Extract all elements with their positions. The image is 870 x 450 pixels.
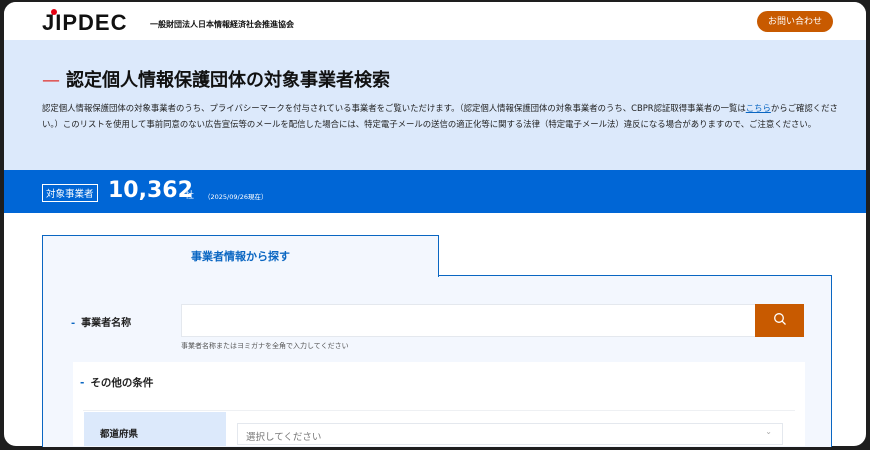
prefecture-select[interactable]: 選択してください ⌄: [237, 423, 783, 445]
prefecture-placeholder: 選択してください: [246, 432, 322, 443]
count-unit: 社: [185, 191, 195, 201]
prefecture-label: 都道府県: [84, 412, 226, 446]
divider: [83, 410, 795, 411]
name-label-text: 事業者名称: [81, 318, 132, 329]
search-panel: - 事業者名称 事業者名称またはヨミガナを全角で入力してください - その他の条件 …: [42, 275, 832, 447]
count-tag: 対象事業者: [42, 184, 98, 202]
count-number: 10,362: [108, 178, 193, 203]
page-description: 認定個人情報保護団体の対象事業者のうち、プライバシーマークを付与されている事業者…: [42, 100, 842, 132]
other-conditions: - その他の条件 都道府県 選択してください ⌄: [73, 362, 805, 446]
other-heading-text: その他の条件: [90, 377, 154, 389]
collapse-dash-icon: -: [80, 377, 85, 389]
title-dash-icon: —: [42, 70, 60, 91]
site-header: JIPDEC 一般財団法人日本情報経済社会推進協会 お問い合わせ: [4, 2, 866, 40]
org-name: 一般財団法人日本情報経済社会推進協会: [150, 20, 294, 29]
business-name-input[interactable]: [181, 304, 756, 337]
name-label: - 事業者名称: [71, 314, 131, 329]
jipdec-logo[interactable]: JIPDEC: [42, 9, 127, 34]
page-title-text: 認定個人情報保護団体の対象事業者検索: [66, 70, 390, 91]
tab-business-info[interactable]: 事業者情報から探す: [42, 235, 439, 277]
hero-section: — 認定個人情報保護団体の対象事業者検索 認定個人情報保護団体の対象事業者のうち、…: [4, 40, 866, 170]
desc-text-1: 認定個人情報保護団体の対象事業者のうち、プライバシーマークを付与されている事業者…: [42, 103, 746, 113]
search-icon: [773, 313, 786, 325]
contact-button[interactable]: お問い合わせ: [757, 11, 833, 32]
name-hint: 事業者名称またはヨミガナを全角で入力してください: [181, 342, 349, 350]
logo-dot: [51, 9, 57, 15]
page-title: — 認定個人情報保護団体の対象事業者検索: [42, 66, 390, 92]
search-button[interactable]: [755, 304, 804, 337]
other-conditions-toggle[interactable]: - その他の条件: [80, 375, 153, 390]
label-dash-icon: -: [71, 318, 76, 329]
cbpr-link[interactable]: こちら: [746, 103, 771, 113]
count-band: 対象事業者 10,362 社 （2025/09/26現在）: [4, 170, 866, 213]
count-date: （2025/09/26現在）: [204, 193, 268, 201]
browser-frame: JIPDEC 一般財団法人日本情報経済社会推進協会 お問い合わせ — 認定個人情報…: [2, 0, 868, 448]
chevron-down-icon: ⌄: [765, 427, 772, 436]
